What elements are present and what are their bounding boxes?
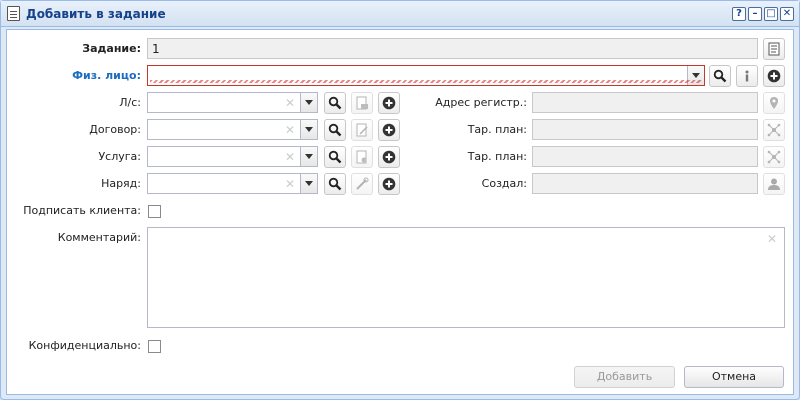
dialog-title: Добавить в задание [26,7,166,21]
sign-client-checkbox[interactable] [148,205,161,218]
account-card-icon [356,96,368,110]
service-add-button[interactable] [378,146,400,168]
order-search-button[interactable] [324,173,346,195]
comment-textarea[interactable]: ✕ [147,227,785,328]
created-by-field [532,173,758,194]
clear-icon[interactable]: ✕ [285,177,295,191]
document-edit-icon [356,123,368,137]
form-panel: Задание: 1 Физ. лицо: Л/с: ✕ Адрес регис… [6,29,794,395]
comment-label: Комментарий: [57,231,141,244]
search-icon [328,177,342,191]
task-notes-button[interactable] [763,38,785,60]
tariff2-button[interactable] [763,146,785,168]
help-button[interactable]: ? [732,7,746,21]
confidential-checkbox[interactable] [148,340,161,353]
add-circle-icon [767,69,781,83]
title-bar[interactable]: Добавить в задание ? – □ ✕ [1,1,799,27]
person-label: Физ. лицо: [72,69,141,82]
account-card-button[interactable] [351,92,373,114]
cancel-button[interactable]: Отмена [684,366,784,388]
search-icon [328,123,342,137]
service-details-button[interactable] [351,146,373,168]
order-label: Наряд: [101,177,141,190]
add-button[interactable]: Добавить [574,366,675,388]
maximize-button[interactable]: □ [764,7,778,21]
clear-icon[interactable]: ✕ [767,232,777,246]
minimize-button[interactable]: – [748,7,762,21]
confidential-label: Конфиденциально: [28,339,141,352]
chevron-down-icon[interactable] [687,66,704,85]
address-label: Адрес регистр.: [435,96,527,109]
order-combobox[interactable]: ✕ [147,173,318,194]
tariff1-label: Тар. план: [467,123,527,136]
person-combobox[interactable] [147,65,705,86]
contract-label: Договор: [89,123,141,136]
sign-client-label: Подписать клиента: [23,204,141,217]
network-icon [767,123,781,137]
chevron-down-icon[interactable] [300,174,317,193]
add-circle-icon [382,96,396,110]
task-label: Задание: [82,42,141,55]
person-add-button[interactable] [763,65,785,87]
tariff2-label: Тар. план: [467,150,527,163]
created-by-user-button[interactable] [763,173,785,195]
search-icon [328,96,342,110]
account-add-button[interactable] [378,92,400,114]
search-icon [328,150,342,164]
chevron-down-icon[interactable] [300,93,317,112]
service-label: Услуга: [98,150,141,163]
task-field: 1 [147,38,758,59]
close-button[interactable]: ✕ [780,7,794,21]
address-field [532,92,758,113]
network-icon [767,150,781,164]
notepad-icon [768,42,780,56]
add-circle-icon [382,150,396,164]
add-circle-icon [382,123,396,137]
document-icon [7,6,20,21]
map-pin-icon [770,97,778,109]
clear-icon[interactable]: ✕ [285,96,295,110]
tariff1-button[interactable] [763,119,785,141]
contract-combobox[interactable]: ✕ [147,119,318,140]
created-by-label: Создал: [481,177,527,190]
contract-edit-button[interactable] [351,119,373,141]
service-combobox[interactable]: ✕ [147,146,318,167]
wrench-icon [356,177,369,190]
person-info-button[interactable] [736,65,758,87]
order-tools-button[interactable] [351,173,373,195]
info-icon [745,70,749,82]
order-add-button[interactable] [378,173,400,195]
document-icon [356,150,367,164]
person-search-button[interactable] [709,65,731,87]
tariff1-field [532,119,758,140]
contract-add-button[interactable] [378,119,400,141]
search-icon [713,69,727,83]
contract-search-button[interactable] [324,119,346,141]
account-label: Л/с: [119,96,141,109]
task-value: 1 [152,42,160,56]
service-search-button[interactable] [324,146,346,168]
chevron-down-icon[interactable] [300,120,317,139]
chevron-down-icon[interactable] [300,147,317,166]
clear-icon[interactable]: ✕ [285,123,295,137]
clear-icon[interactable]: ✕ [285,150,295,164]
account-search-button[interactable] [324,92,346,114]
address-map-button[interactable] [763,92,785,114]
add-circle-icon [382,177,396,191]
user-icon [768,178,780,190]
tariff2-field [532,146,758,167]
account-combobox[interactable]: ✕ [147,92,318,113]
dialog-window: Добавить в задание ? – □ ✕ Задание: 1 Фи… [0,0,800,400]
